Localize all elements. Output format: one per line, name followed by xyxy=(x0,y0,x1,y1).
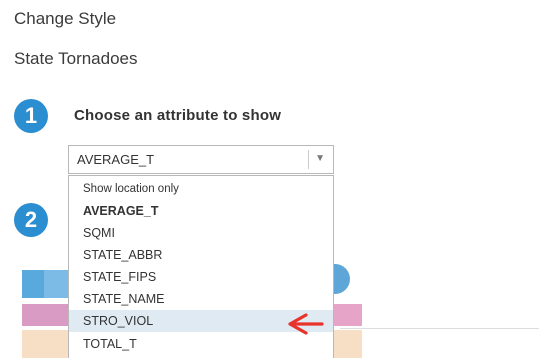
option-state-abbr[interactable]: STATE_ABBR xyxy=(69,244,333,266)
color-swatch-blue-light xyxy=(44,270,70,298)
step-1-badge: 1 xyxy=(14,99,48,133)
select-divider xyxy=(308,150,309,169)
step-2-badge: 2 xyxy=(14,203,48,237)
chevron-down-icon[interactable]: ▼ xyxy=(315,153,325,164)
attribute-select-value: AVERAGE_T xyxy=(77,152,155,167)
option-sqmi[interactable]: SQMI xyxy=(69,222,333,244)
option-state-name[interactable]: STATE_NAME xyxy=(69,288,333,310)
panel-title: Change Style xyxy=(14,9,117,28)
option-show-location-only[interactable]: Show location only xyxy=(69,178,333,200)
layer-name: State Tornadoes xyxy=(14,49,138,68)
step-1-label: Choose an attribute to show xyxy=(74,107,282,124)
option-average-t[interactable]: AVERAGE_T xyxy=(69,200,333,222)
red-arrow-pointer-icon xyxy=(288,313,324,335)
color-swatch-pink xyxy=(22,304,70,326)
attribute-select[interactable]: AVERAGE_T ▼ xyxy=(68,145,334,174)
divider xyxy=(340,328,539,329)
option-state-fips[interactable]: STATE_FIPS xyxy=(69,266,333,288)
color-swatch-peach xyxy=(22,330,70,358)
